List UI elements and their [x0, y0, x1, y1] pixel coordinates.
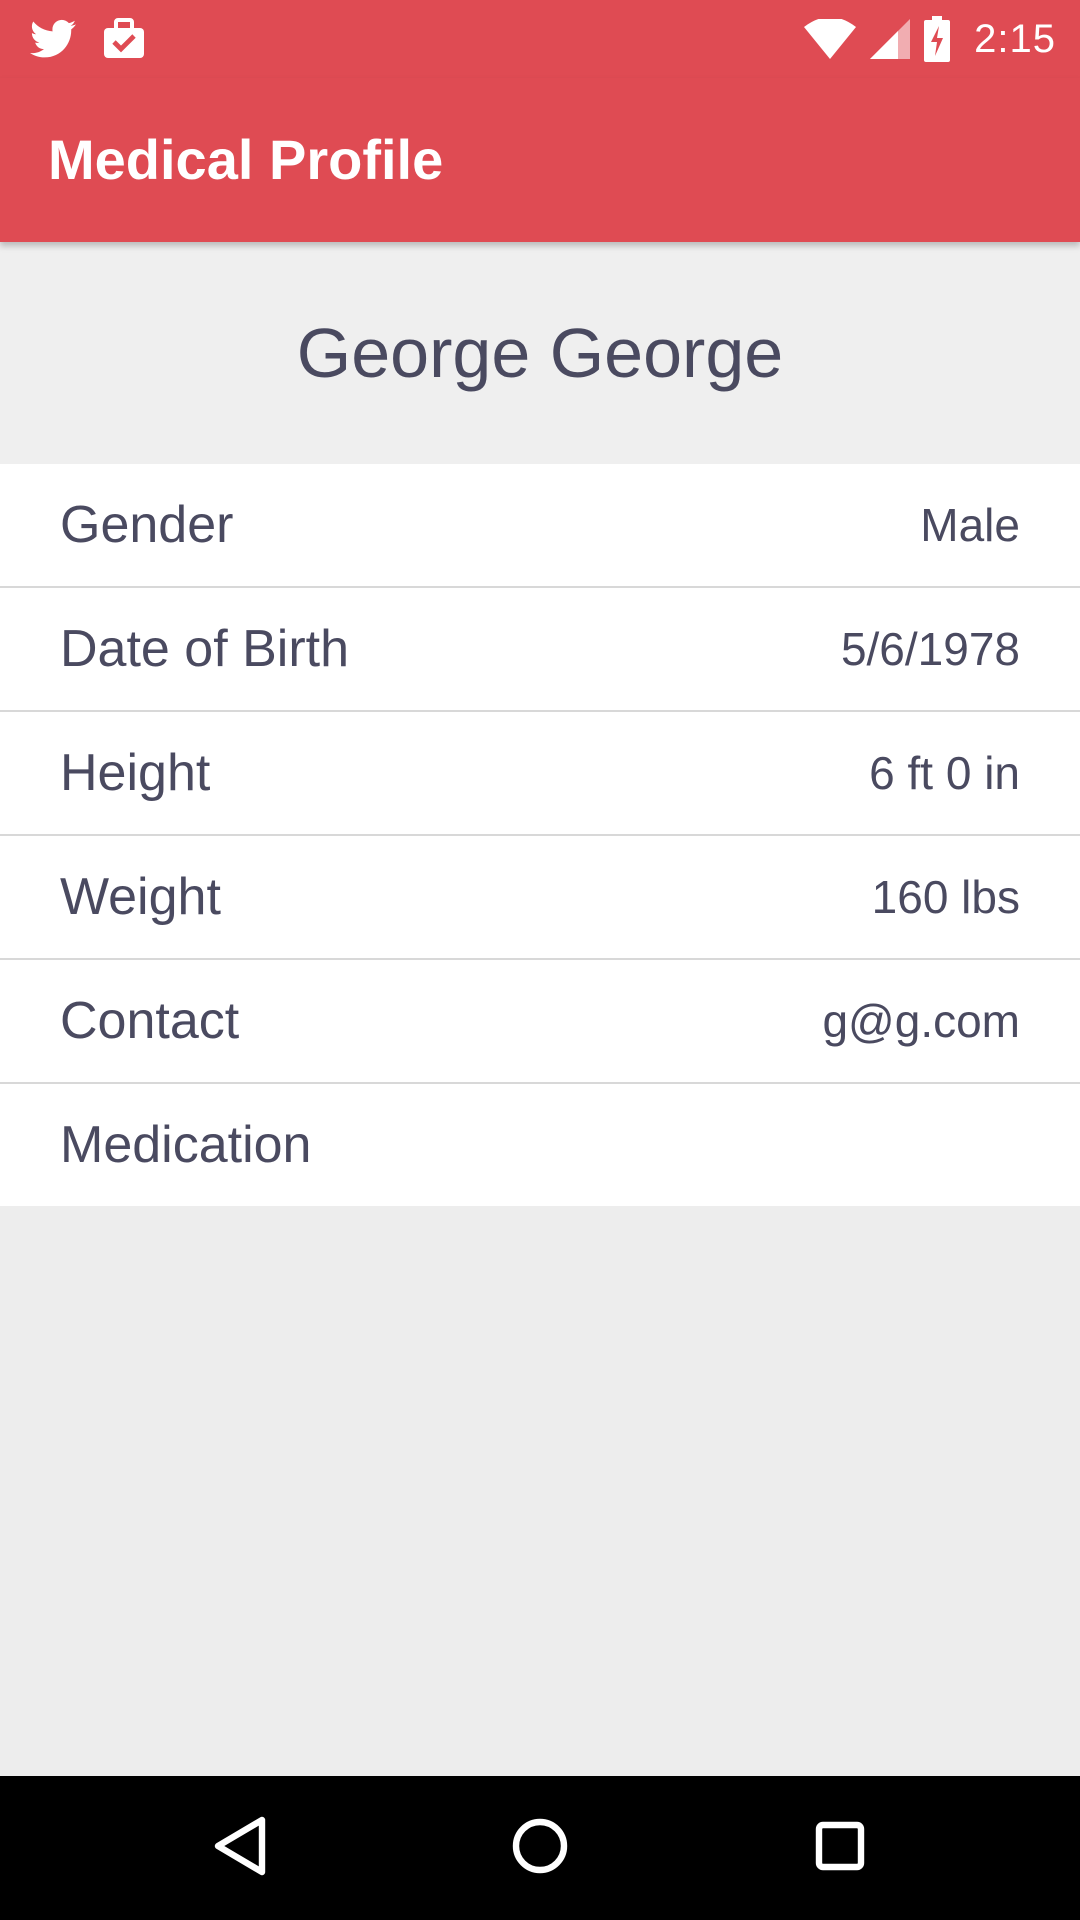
info-row-medication[interactable]: Medication: [0, 1084, 1080, 1206]
back-icon: [212, 1816, 268, 1881]
info-label: Date of Birth: [60, 620, 350, 678]
info-value: 6 ft 0 in: [869, 747, 1020, 799]
info-row-height[interactable]: Height 6 ft 0 in: [0, 712, 1080, 836]
info-label: Height: [60, 744, 211, 802]
info-value: 160 lbs: [871, 871, 1020, 923]
status-bar: 2:15: [0, 0, 1080, 78]
back-button[interactable]: [160, 1776, 320, 1920]
status-bar-notifications: [30, 14, 172, 64]
info-row-gender[interactable]: Gender Male: [0, 464, 1080, 588]
signal-icon: [870, 19, 911, 59]
page-title: Medical Profile: [48, 128, 444, 191]
status-bar-time: 2:15: [974, 16, 1056, 61]
app-bar: Medical Profile: [0, 78, 1080, 242]
briefcase-check-icon: [102, 18, 146, 60]
recents-button[interactable]: [760, 1776, 920, 1920]
info-row-weight[interactable]: Weight 160 lbs: [0, 836, 1080, 960]
info-value: g@g.com: [822, 995, 1020, 1047]
info-row-date-of-birth[interactable]: Date of Birth 5/6/1978: [0, 588, 1080, 712]
home-button[interactable]: [460, 1776, 620, 1920]
profile-info-list: Gender Male Date of Birth 5/6/1978 Heigh…: [0, 464, 1080, 1206]
recents-icon: [815, 1821, 865, 1876]
info-value: Male: [920, 499, 1020, 551]
profile-name-header: George George: [0, 242, 1080, 464]
home-icon: [512, 1818, 568, 1879]
info-label: Weight: [60, 868, 221, 926]
wifi-icon: [804, 19, 857, 59]
info-label: Contact: [60, 992, 240, 1050]
profile-name: George George: [296, 314, 784, 392]
info-row-contact[interactable]: Contact g@g.com: [0, 960, 1080, 1084]
status-bar-system: 2:15: [804, 12, 1056, 66]
info-label: Gender: [60, 496, 234, 554]
info-value: 5/6/1978: [840, 623, 1020, 675]
twitter-icon: [30, 19, 76, 59]
info-label: Medication: [60, 1116, 312, 1174]
navigation-bar: [0, 1776, 1080, 1920]
battery-charging-icon: [924, 16, 951, 62]
